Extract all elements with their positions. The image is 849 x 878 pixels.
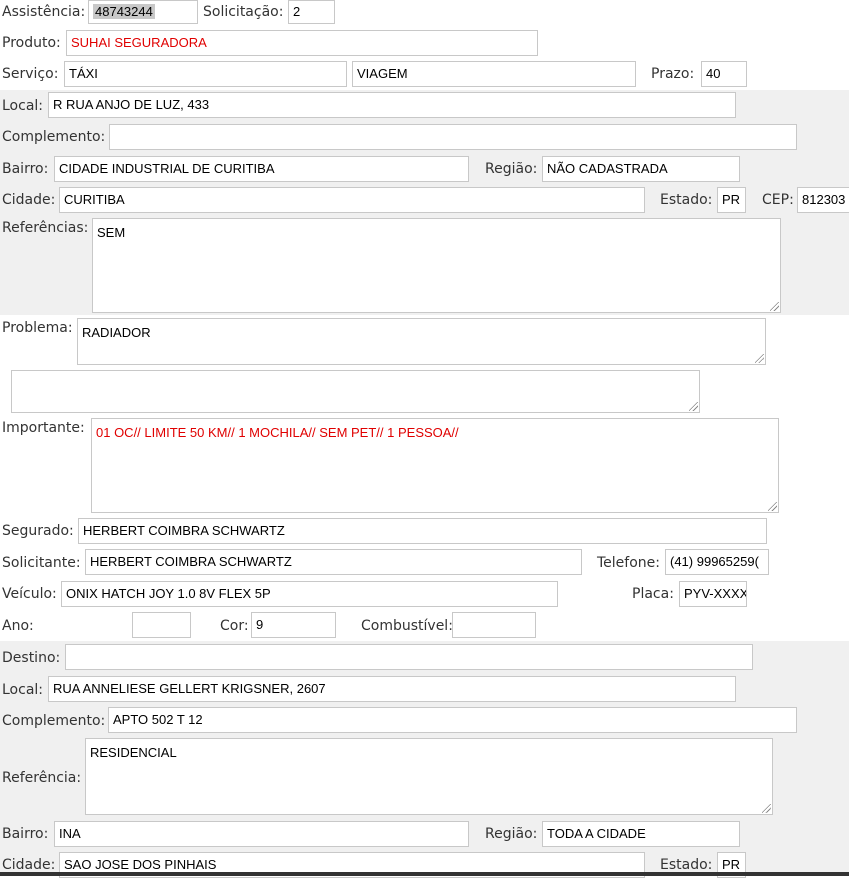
assistencia-field[interactable]: 48743244 <box>88 0 198 24</box>
telefone-field[interactable]: (41) 99965259( <box>665 549 769 575</box>
importante-label: Importante: <box>2 420 85 436</box>
cor-label: Cor: <box>220 618 249 634</box>
local-label: Local: <box>2 98 44 114</box>
destino-complemento-field[interactable]: APTO 502 T 12 <box>108 707 797 733</box>
veiculo-label: Veículo: <box>2 586 57 602</box>
problema-extra-textarea[interactable] <box>11 370 700 413</box>
produto-field[interactable]: SUHAI SEGURADORA <box>66 30 538 56</box>
complemento-label: Complemento: <box>2 129 106 145</box>
resize-grip-icon[interactable] <box>689 402 698 411</box>
importante-textarea[interactable]: 01 OC// LIMITE 50 KM// 1 MOCHILA// SEM P… <box>91 418 779 513</box>
segurado-field[interactable]: HERBERT COIMBRA SCHWARTZ <box>78 518 767 544</box>
window-bottom-edge <box>0 872 849 876</box>
bairro-field[interactable]: CIDADE INDUSTRIAL DE CURITIBA <box>54 156 469 182</box>
resize-grip-icon[interactable] <box>755 354 764 363</box>
problema-value: RADIADOR <box>82 325 151 340</box>
assistencia-value: 48743244 <box>93 4 155 19</box>
servico-detail-field[interactable]: VIAGEM <box>352 61 636 87</box>
destino-estado-label: Estado: <box>660 857 713 873</box>
ano-label: Ano: <box>2 618 34 634</box>
destino-label: Destino: <box>2 650 61 666</box>
referencias-label: Referências: <box>2 220 89 236</box>
telefone-label: Telefone: <box>597 555 660 571</box>
referencias-value: SEM <box>97 225 126 240</box>
solicitacao-field[interactable]: 2 <box>288 0 335 24</box>
destino-local-field[interactable]: RUA ANNELIESE GELLERT KRIGSNER, 2607 <box>48 676 736 702</box>
problema-textarea[interactable]: RADIADOR <box>77 318 766 365</box>
resize-grip-icon[interactable] <box>768 502 777 511</box>
problema-label: Problema: <box>2 320 73 336</box>
resize-grip-icon[interactable] <box>762 804 771 813</box>
destino-field[interactable] <box>65 644 753 670</box>
destino-referencia-label: Referência: <box>2 770 82 786</box>
referencias-textarea[interactable]: SEM <box>92 218 781 313</box>
servico-field[interactable]: TÁXI <box>64 61 347 87</box>
destino-bairro-field[interactable]: INA <box>54 821 469 847</box>
prazo-field[interactable]: 40 <box>701 61 747 87</box>
solicitante-label: Solicitante: <box>2 555 81 571</box>
solicitacao-label: Solicitação: <box>203 4 284 20</box>
assistencia-label: Assistência: <box>2 4 86 20</box>
veiculo-field[interactable]: ONIX HATCH JOY 1.0 8V FLEX 5P <box>61 581 558 607</box>
placa-field[interactable]: PYV-XXXX <box>679 581 747 607</box>
ano-field[interactable] <box>132 612 191 638</box>
combustivel-label: Combustível: <box>361 618 453 634</box>
estado-label: Estado: <box>660 192 713 208</box>
cor-field[interactable]: 9 <box>251 612 336 638</box>
destino-regiao-field[interactable]: TODA A CIDADE <box>542 821 740 847</box>
resize-grip-icon[interactable] <box>770 302 779 311</box>
bairro-label: Bairro: <box>2 161 49 177</box>
combustivel-field[interactable] <box>452 612 536 638</box>
cidade-field[interactable]: CURITIBA <box>59 187 645 213</box>
destino-local-label: Local: <box>2 682 44 698</box>
cidade-label: Cidade: <box>2 192 56 208</box>
cep-field[interactable]: 812303 <box>797 187 849 213</box>
placa-label: Placa: <box>632 586 674 602</box>
produto-label: Produto: <box>2 35 61 51</box>
regiao-label: Região: <box>485 161 538 177</box>
destino-complemento-label: Complemento: <box>2 713 106 729</box>
servico-label: Serviço: <box>2 66 59 82</box>
destino-cidade-label: Cidade: <box>2 857 56 873</box>
importante-value: 01 OC// LIMITE 50 KM// 1 MOCHILA// SEM P… <box>96 425 459 440</box>
solicitante-field[interactable]: HERBERT COIMBRA SCHWARTZ <box>85 549 582 575</box>
regiao-field[interactable]: NÃO CADASTRADA <box>542 156 740 182</box>
destino-regiao-label: Região: <box>485 826 538 842</box>
destino-bairro-label: Bairro: <box>2 826 49 842</box>
local-field[interactable]: R RUA ANJO DE LUZ, 433 <box>48 92 736 118</box>
estado-field[interactable]: PR <box>717 187 746 213</box>
cep-label: CEP: <box>762 192 794 208</box>
segurado-label: Segurado: <box>2 523 74 539</box>
destino-referencia-value: RESIDENCIAL <box>90 745 177 760</box>
prazo-label: Prazo: <box>651 66 695 82</box>
destino-referencia-textarea[interactable]: RESIDENCIAL <box>85 738 773 815</box>
complemento-field[interactable] <box>109 124 797 150</box>
